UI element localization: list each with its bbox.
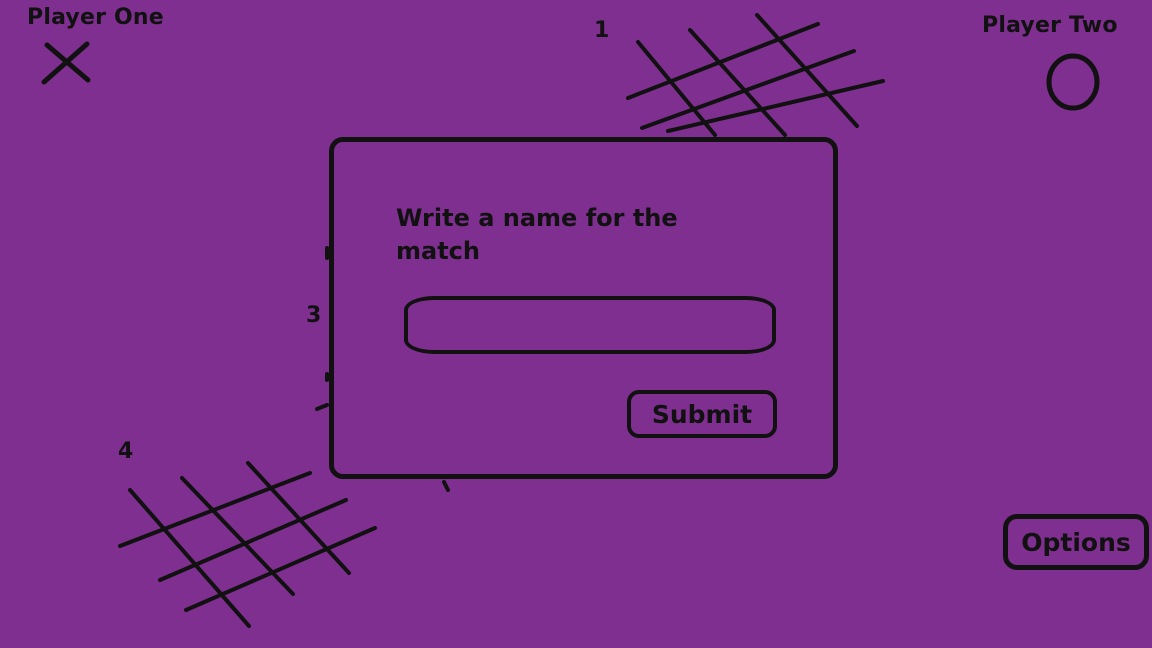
options-button[interactable]: Options <box>1003 514 1149 570</box>
match-name-dialog: Write a name for the match Submit <box>329 137 838 479</box>
submit-button[interactable]: Submit <box>627 390 777 438</box>
x-icon <box>41 41 91 85</box>
board-1-grid <box>626 13 885 137</box>
board-number-1: 1 <box>594 18 610 43</box>
board-4-grid <box>118 461 377 628</box>
board-number-3: 3 <box>306 303 322 328</box>
board-number-4: 4 <box>118 439 134 464</box>
dialog-title: Write a name for the match <box>396 204 678 265</box>
player-one-label: Player One <box>27 5 164 30</box>
match-name-input[interactable] <box>404 296 776 354</box>
player-two-label: Player Two <box>982 13 1118 38</box>
o-icon <box>1046 53 1100 111</box>
